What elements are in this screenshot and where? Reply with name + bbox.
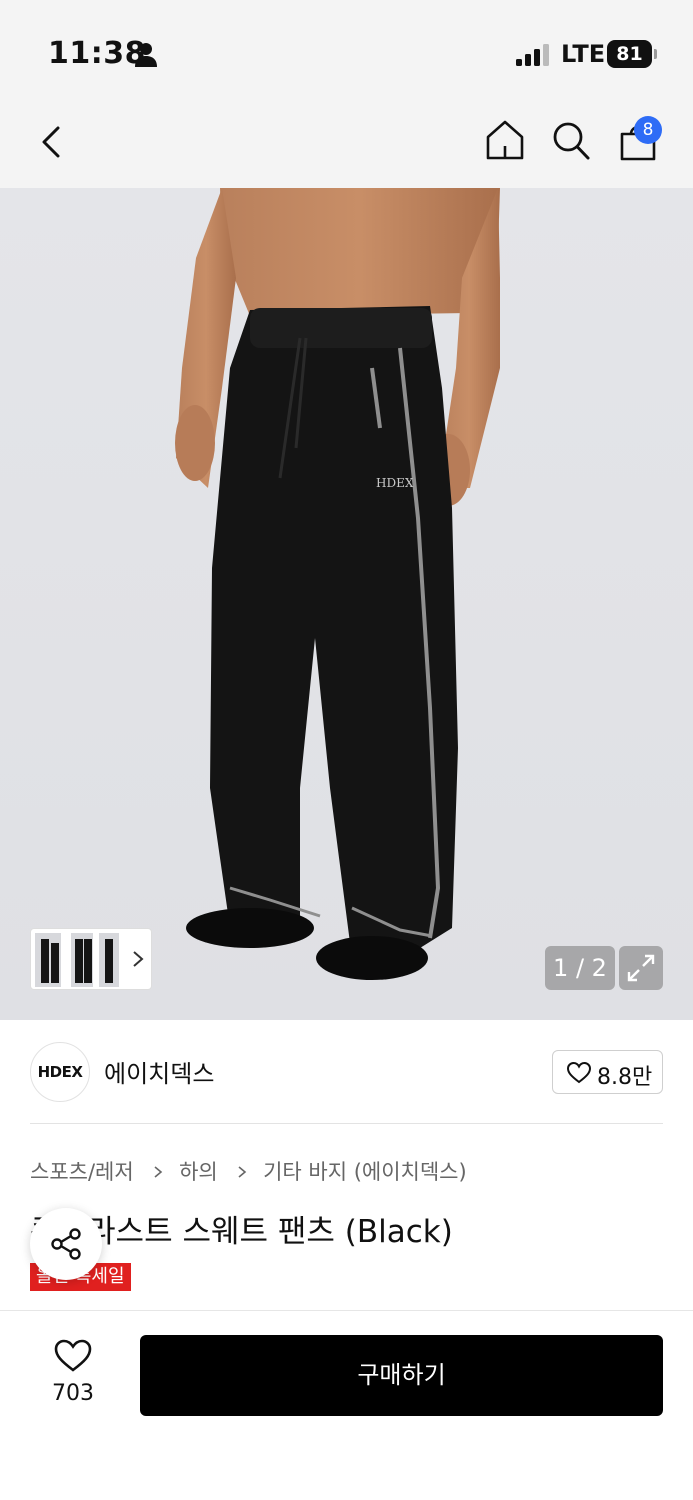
pants-logo: HDEX <box>376 476 414 490</box>
battery-cap <box>654 49 657 59</box>
status-time: 11:38 <box>48 36 146 71</box>
battery-level: 81 <box>607 40 652 68</box>
buy-button[interactable]: 구매하기 <box>140 1335 663 1416</box>
product-image[interactable]: HDEX <box>0 188 693 1020</box>
thumbnail-1[interactable] <box>35 933 61 987</box>
back-icon[interactable] <box>36 120 68 164</box>
divider <box>30 1123 663 1124</box>
breadcrumb-item-bottoms[interactable]: 하의 <box>179 1160 218 1184</box>
battery-icon: 81 <box>607 40 657 68</box>
brand-like-button[interactable]: 8.8만 <box>552 1050 663 1094</box>
heart-icon <box>567 1062 591 1084</box>
brand-like-count: 8.8만 <box>597 1065 653 1090</box>
share-icon <box>51 1228 81 1260</box>
image-counter: 1 / 2 <box>545 946 615 990</box>
thumbnail-strip[interactable] <box>30 928 152 990</box>
person-icon <box>135 43 157 67</box>
share-button[interactable] <box>30 1208 102 1280</box>
wishlist-heart-icon[interactable] <box>54 1339 92 1373</box>
signal-icon <box>516 44 549 66</box>
thumbnail-3[interactable] <box>99 933 119 987</box>
search-icon[interactable] <box>550 118 592 162</box>
chevron-right-icon <box>238 1166 247 1178</box>
brand-row: HDEX 에이치덱스 8.8만 <box>0 1020 693 1124</box>
brand-logo[interactable]: HDEX <box>30 1042 90 1102</box>
product-photo <box>175 188 500 980</box>
home-icon[interactable] <box>484 118 526 162</box>
cart-count-badge: 8 <box>634 116 662 144</box>
wishlist-count: 703 <box>52 1381 94 1406</box>
breadcrumb-item-other-pants[interactable]: 기타 바지 (에이치덱스) <box>263 1160 467 1184</box>
status-bar: 11:38 LTE 81 <box>0 0 693 100</box>
breadcrumb-item-sports[interactable]: 스포츠/레저 <box>30 1160 134 1184</box>
chevron-right-icon[interactable] <box>131 947 145 971</box>
brand-name[interactable]: 에이치덱스 <box>104 1054 214 1089</box>
breadcrumb: 스포츠/레저 하의 기타 바지 (에이치덱스) <box>30 1156 467 1186</box>
chevron-right-icon <box>154 1166 163 1178</box>
network-label: LTE <box>561 40 606 68</box>
top-nav <box>0 100 693 188</box>
expand-icon[interactable] <box>619 946 663 990</box>
bottom-bar: 703 구매하기 <box>0 1310 693 1500</box>
thumbnail-2[interactable] <box>71 933 93 987</box>
